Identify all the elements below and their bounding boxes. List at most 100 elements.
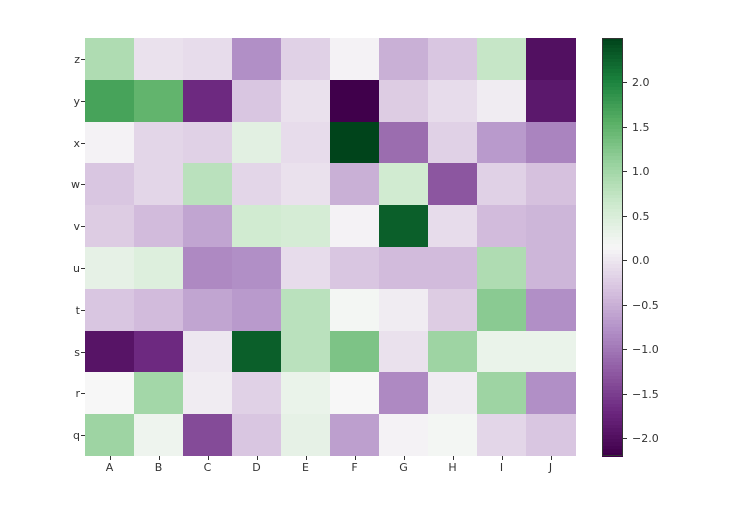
heatmap-cell <box>477 38 527 80</box>
heatmap-cell <box>330 414 380 456</box>
x-tick-label: H <box>428 462 477 473</box>
heatmap-cell <box>526 163 576 205</box>
x-tick-label: B <box>134 462 183 473</box>
colorbar-tick-mark <box>623 349 627 350</box>
x-tick-label: D <box>232 462 281 473</box>
y-tick-mark <box>81 226 85 227</box>
heatmap-cell <box>134 331 184 373</box>
heatmap-cell <box>330 331 380 373</box>
y-tick-label: t <box>55 305 80 316</box>
heatmap-cell <box>330 38 380 80</box>
heatmap-cell <box>134 247 184 289</box>
heatmap-cell <box>330 372 380 414</box>
heatmap-cell <box>477 247 527 289</box>
heatmap-cell <box>183 122 233 164</box>
heatmap-cell <box>85 163 135 205</box>
heatmap-cell <box>232 331 282 373</box>
y-tick-mark <box>81 59 85 60</box>
heatmap-cell <box>330 163 380 205</box>
heatmap-cell <box>232 38 282 80</box>
heatmap-cell <box>85 122 135 164</box>
x-tick-mark <box>453 456 454 460</box>
heatmap-cell <box>232 372 282 414</box>
heatmap-cell <box>379 122 429 164</box>
heatmap-cell <box>379 80 429 122</box>
heatmap-cell <box>85 80 135 122</box>
heatmap-cell <box>281 331 331 373</box>
y-tick-mark <box>81 268 85 269</box>
colorbar-tick-mark <box>623 171 627 172</box>
x-tick-label: C <box>183 462 232 473</box>
x-tick-mark <box>257 456 258 460</box>
heatmap-cell <box>379 163 429 205</box>
heatmap-cell <box>232 205 282 247</box>
y-tick-mark <box>81 352 85 353</box>
x-tick-label: I <box>477 462 526 473</box>
x-tick-mark <box>404 456 405 460</box>
heatmap-cell <box>281 414 331 456</box>
heatmap-cell <box>526 372 576 414</box>
x-tick-mark <box>159 456 160 460</box>
colorbar-tick-mark <box>623 216 627 217</box>
y-tick-label: y <box>55 96 80 107</box>
heatmap-cell <box>526 414 576 456</box>
heatmap-cell <box>477 163 527 205</box>
colorbar-tick-mark <box>623 438 627 439</box>
heatmap-cell <box>526 289 576 331</box>
colorbar-tick-label: −1.5 <box>632 389 672 400</box>
heatmap-cell <box>134 205 184 247</box>
heatmap-cell <box>477 414 527 456</box>
heatmap-cell <box>281 163 331 205</box>
y-tick-label: v <box>55 221 80 232</box>
colorbar-tick-mark <box>623 260 627 261</box>
y-tick-mark <box>81 310 85 311</box>
heatmap-cell <box>183 331 233 373</box>
x-tick-mark <box>551 456 552 460</box>
heatmap-cell <box>281 80 331 122</box>
x-tick-mark <box>355 456 356 460</box>
heatmap-cell <box>477 205 527 247</box>
y-tick-mark <box>81 184 85 185</box>
heatmap-cell <box>281 205 331 247</box>
x-tick-mark <box>110 456 111 460</box>
heatmap-cell <box>330 80 380 122</box>
colorbar-tick-label: −0.5 <box>632 300 672 311</box>
y-tick-label: s <box>55 347 80 358</box>
y-tick-mark <box>81 435 85 436</box>
colorbar-tick-mark <box>623 394 627 395</box>
heatmap-cell <box>183 205 233 247</box>
heatmap-cell <box>85 372 135 414</box>
heatmap-plot-area <box>85 38 575 456</box>
heatmap-cell <box>183 163 233 205</box>
heatmap-cell <box>477 122 527 164</box>
colorbar-tick-label: 2.0 <box>632 77 672 88</box>
heatmap-cell <box>85 247 135 289</box>
heatmap-cell <box>379 289 429 331</box>
y-tick-mark <box>81 393 85 394</box>
heatmap-cell <box>477 372 527 414</box>
heatmap-cell <box>379 205 429 247</box>
heatmap-cell <box>379 331 429 373</box>
heatmap-cell <box>183 372 233 414</box>
x-tick-label: G <box>379 462 428 473</box>
heatmap-cell <box>232 289 282 331</box>
heatmap-cell <box>134 289 184 331</box>
x-tick-mark <box>502 456 503 460</box>
heatmap-cell <box>379 414 429 456</box>
heatmap-cell <box>134 80 184 122</box>
heatmap-cell <box>526 38 576 80</box>
heatmap-cell <box>85 331 135 373</box>
colorbar-tick-label: 1.5 <box>632 122 672 133</box>
x-tick-label: F <box>330 462 379 473</box>
heatmap-cell <box>428 205 478 247</box>
y-tick-label: u <box>55 263 80 274</box>
heatmap-cell <box>477 289 527 331</box>
colorbar-tick-label: 0.0 <box>632 255 672 266</box>
heatmap-cell <box>379 372 429 414</box>
heatmap-cell <box>134 372 184 414</box>
heatmap-cell <box>183 289 233 331</box>
y-tick-label: z <box>55 54 80 65</box>
heatmap-cell <box>134 414 184 456</box>
colorbar-tick-label: −1.0 <box>632 344 672 355</box>
heatmap-figure: { "chart_data": { "type": "heatmap", "ti… <box>0 0 748 514</box>
